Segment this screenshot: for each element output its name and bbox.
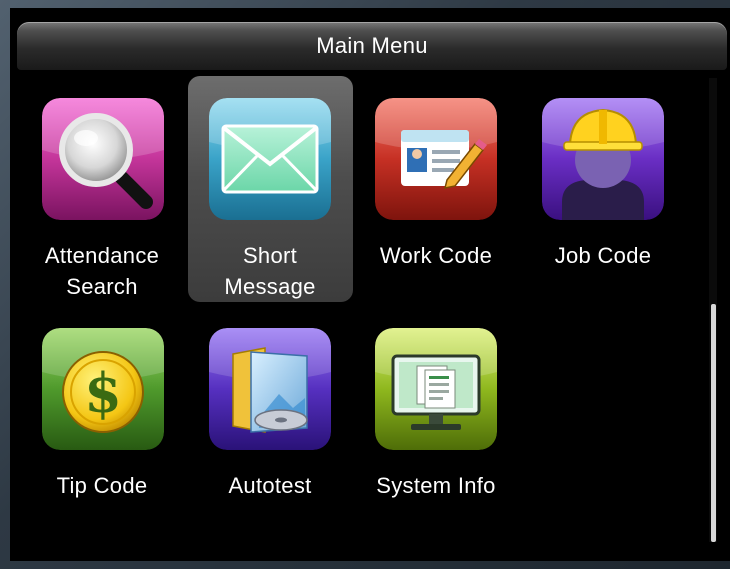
- menu-item-job-code[interactable]: Job Code: [519, 98, 687, 278]
- device-screen: Main Menu Attendance Search Short Messag…: [10, 8, 730, 561]
- title-bar: Main Menu: [17, 22, 727, 70]
- menu-item-label: Message: [224, 274, 316, 299]
- menu-item-autotest[interactable]: Autotest: [186, 328, 354, 508]
- envelope-icon: [209, 98, 331, 220]
- menu-item-label: System Info: [376, 473, 496, 498]
- monitor-document-icon: [375, 328, 497, 450]
- id-card-pencil-icon: [375, 98, 497, 220]
- menu-item-label: Attendance: [44, 243, 160, 268]
- menu-item-tip-code[interactable]: $ Tip Code: [18, 328, 186, 508]
- dollar-coin-icon: $: [42, 328, 164, 450]
- page-title: Main Menu: [316, 33, 428, 58]
- menu-item-label: Job Code: [554, 243, 652, 268]
- magnifier-icon: [42, 98, 164, 220]
- device-bezel: Main Menu Attendance Search Short Messag…: [0, 0, 730, 569]
- folder-disc-icon: [209, 328, 331, 450]
- menu-item-label: Autotest: [228, 473, 312, 498]
- svg-text:$: $: [84, 361, 122, 425]
- menu-item-work-code[interactable]: Work Code: [352, 98, 520, 278]
- worker-hardhat-icon: [542, 98, 664, 220]
- menu-item-label: Search: [66, 274, 138, 299]
- menu-item-system-info[interactable]: System Info: [352, 328, 520, 508]
- menu-item-short-message[interactable]: Short Message: [186, 98, 354, 308]
- menu-item-label: Tip Code: [56, 473, 148, 498]
- scrollbar-thumb[interactable]: [711, 304, 716, 542]
- menu-item-attendance-search[interactable]: Attendance Search: [18, 98, 186, 308]
- menu-item-label: Short: [242, 243, 298, 268]
- menu-item-label: Work Code: [379, 243, 493, 268]
